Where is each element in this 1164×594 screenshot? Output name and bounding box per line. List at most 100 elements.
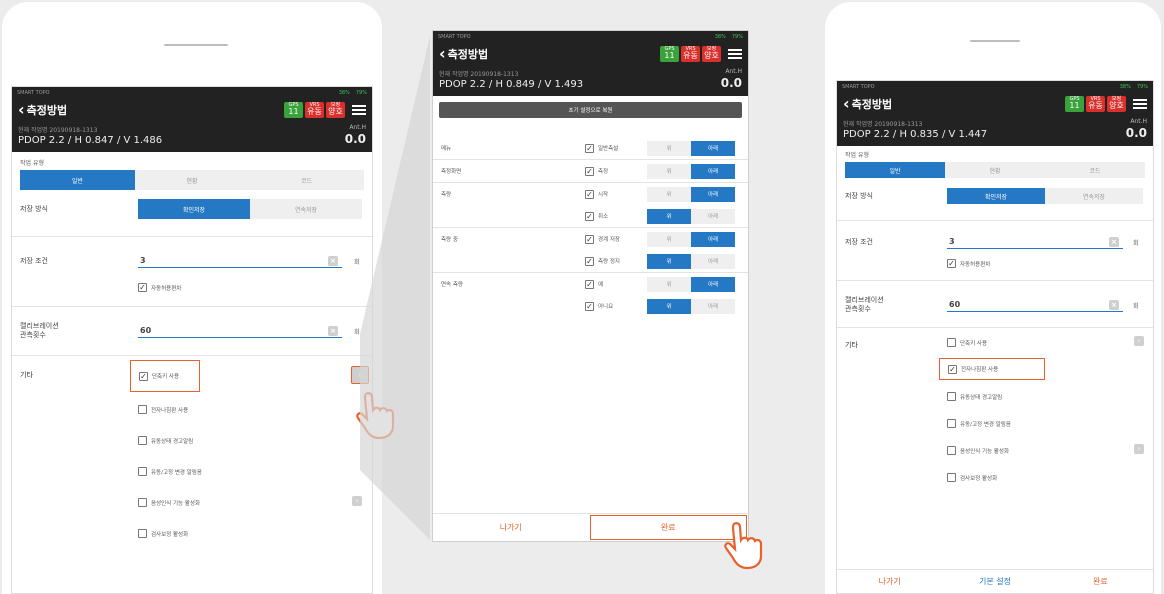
back-chevron-icon[interactable]: ‹	[18, 102, 25, 118]
row-check-label: 시작	[598, 192, 609, 198]
work-type-general[interactable]: 일반	[845, 162, 945, 178]
gps-badge-count: 11	[288, 107, 299, 117]
default-settings-button[interactable]: 기본 설정	[942, 576, 1047, 587]
etc-item-compass[interactable]: ✓ 전자나침판 사용	[939, 358, 1045, 380]
vrs-badge: VRS 유동	[681, 46, 700, 62]
row-checkbox[interactable]: ✓ 취소	[585, 211, 647, 221]
save-method-confirm[interactable]: 확인저장	[947, 188, 1045, 204]
calib-value: 60	[949, 300, 961, 309]
job-name: 현재 작업명 20190918-1313	[439, 71, 519, 78]
toggle-down[interactable]: 아래	[691, 209, 735, 224]
save-cond-row: 저장 조건 3 × 회	[837, 227, 1153, 257]
toggle-up[interactable]: 위	[647, 141, 691, 156]
clear-icon[interactable]: ×	[328, 256, 338, 266]
row-checkbox[interactable]: ✓ 예	[585, 279, 647, 289]
brand-label: SMART TOPO	[17, 89, 50, 96]
etc-item-fix-sound[interactable]: 유동/고정 변경 알림음	[947, 419, 1011, 428]
toggle-down[interactable]: 아래	[691, 254, 735, 269]
checkbox-checked-icon: ✓	[585, 301, 594, 311]
toggle-up[interactable]: 위	[647, 298, 691, 314]
hamburger-menu-icon[interactable]	[1133, 97, 1147, 112]
shortcut-row-during-stop: ✓ 측량 정지 위 아래	[433, 250, 748, 272]
etc-item-voice[interactable]: 음성인식 기능 활성화	[138, 498, 200, 507]
anth-label: Ant.H	[725, 68, 742, 75]
exit-button[interactable]: 나가기	[433, 514, 589, 541]
toggle-up[interactable]: 위	[647, 208, 691, 224]
done-button[interactable]: 완료	[1048, 576, 1153, 587]
back-chevron-icon[interactable]: ‹	[439, 46, 446, 62]
job-name: 현재 작업명 20190918-1313	[843, 121, 923, 128]
back-chevron-icon[interactable]: ‹	[843, 96, 850, 112]
work-type-code[interactable]: 코드	[1045, 162, 1145, 178]
clear-icon[interactable]: ×	[1109, 237, 1119, 247]
shortcut-settings-arrow-icon[interactable]: ›	[1134, 336, 1144, 346]
etc-item-label: 유동/고정 변경 알림음	[960, 421, 1011, 428]
toggle-down[interactable]: 아래	[691, 140, 735, 156]
etc-item-label: 검사보정 활성화	[960, 475, 998, 482]
clear-icon[interactable]: ×	[1109, 300, 1119, 310]
toggle-down[interactable]: 아래	[691, 186, 735, 202]
save-cond-value: 3	[140, 256, 146, 265]
voice-settings-arrow-icon[interactable]: ›	[1134, 444, 1144, 454]
etc-item-label: 음성인식 기능 활성화	[151, 500, 201, 507]
row-checkbox[interactable]: ✓ 시작	[585, 189, 647, 199]
work-type-status[interactable]: 현황	[135, 170, 250, 190]
auto-avg-checkbox[interactable]: ✓ 자동허용편차	[947, 259, 1153, 268]
hamburger-menu-icon[interactable]	[728, 47, 742, 62]
calib-input[interactable]: 60 ×	[138, 324, 342, 338]
checkbox-checked-icon: ✓	[585, 211, 594, 221]
row-checkbox[interactable]: ✓ 아니요	[585, 301, 647, 311]
left-screen: SMART TOPO 38% 79% ‹ 측정방법 GPS 11 VRS 유동 보정…	[11, 86, 373, 594]
gps-badge-count: 11	[664, 51, 675, 61]
work-type-general[interactable]: 일반	[20, 170, 135, 190]
calib-row: 캘리브레이션 관측횟수 60 × 회	[837, 287, 1153, 323]
toggle-down[interactable]: 아래	[691, 299, 735, 314]
work-type-code[interactable]: 코드	[249, 170, 364, 190]
toggle-up[interactable]: 위	[647, 253, 691, 269]
work-type-status[interactable]: 현황	[945, 162, 1045, 178]
clear-icon[interactable]: ×	[328, 326, 338, 336]
toggle-down[interactable]: 아래	[691, 163, 735, 179]
toggle-down[interactable]: 아래	[691, 276, 735, 292]
etc-item-inspect[interactable]: 검사보정 활성화	[947, 473, 997, 482]
save-method-continuous[interactable]: 연속저장	[1045, 188, 1143, 204]
save-method-confirm[interactable]: 확인저장	[138, 199, 250, 219]
row-checkbox[interactable]: ✓ 경계 저장	[585, 234, 647, 244]
etc-item-shortcut[interactable]: ✓ 단축키 사용	[130, 360, 200, 392]
etc-item-inspect[interactable]: 검사보정 활성화	[138, 529, 188, 538]
signal-indicator: 38%	[714, 33, 726, 40]
calib-label-line2: 관측횟수	[845, 305, 871, 313]
row-label: 측정화면	[441, 169, 462, 175]
toggle-down[interactable]: 아래	[691, 231, 735, 247]
save-cond-input[interactable]: 3 ×	[947, 235, 1123, 249]
toggle-up[interactable]: 위	[647, 187, 691, 202]
checkbox-checked-icon: ✓	[585, 279, 594, 289]
etc-item-float-warning[interactable]: 유동상태 경고알림	[138, 436, 193, 445]
save-method-selector: 확인저장 연속저장	[947, 188, 1143, 204]
etc-item-voice[interactable]: 음성인식 기능 활성화	[947, 446, 1009, 455]
status-bar: SMART TOPO 38% 79%	[12, 87, 372, 98]
save-method-row: 저장 방식 확인저장 연속저장	[12, 194, 372, 224]
row-checkbox[interactable]: ✓ 측량 정지	[585, 256, 647, 266]
toggle-up[interactable]: 위	[647, 164, 691, 179]
etc-section: 기타 ✓단축키 사용 › 전자나침판 사용 유동상태 경고알림 유동/고정 변경…	[12, 356, 372, 556]
row-checkbox[interactable]: ✓ 일반측설	[585, 143, 647, 153]
etc-item-fix-sound[interactable]: 유동/고정 변경 알림음	[138, 467, 202, 476]
exit-button[interactable]: 나가기	[837, 576, 942, 587]
auto-avg-checkbox[interactable]: ✓ 자동허용편차	[138, 283, 372, 292]
calib-label-line1: 캘리브레이션	[845, 295, 884, 304]
save-method-continuous[interactable]: 연속저장	[250, 199, 362, 219]
calib-input[interactable]: 60 ×	[947, 298, 1123, 312]
row-checkbox[interactable]: ✓ 측정	[585, 166, 647, 176]
shortcut-row-continuous-yes: 연속 측량 ✓ 예 위 아래	[433, 273, 748, 295]
row-check-label: 측정	[598, 169, 609, 175]
etc-item-shortcut[interactable]: 단축키 사용	[947, 338, 987, 347]
toggle-up[interactable]: 위	[647, 277, 691, 292]
toggle-up[interactable]: 위	[647, 232, 691, 247]
save-cond-input[interactable]: 3 ×	[138, 254, 342, 268]
zoom-connector	[360, 36, 430, 540]
etc-item-label: 단축키 사용	[960, 340, 988, 347]
etc-item-compass[interactable]: 전자나침판 사용	[138, 405, 188, 414]
reset-default-button[interactable]: 초기 설정으로 복원	[439, 102, 742, 118]
etc-item-float-warning[interactable]: 유동상태 경고알림	[947, 392, 1002, 401]
